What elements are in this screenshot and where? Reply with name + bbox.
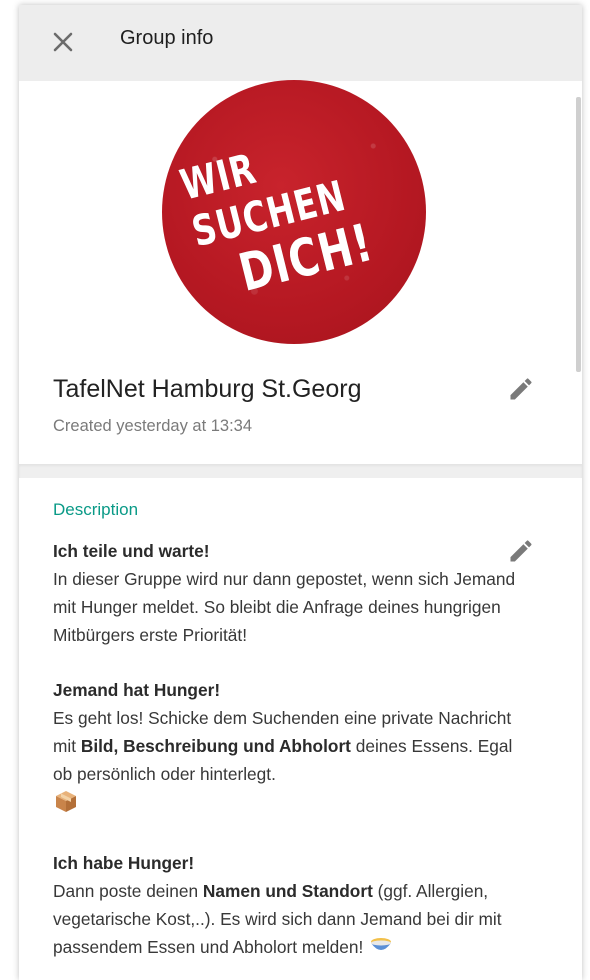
description-section: Ich teile und warte! In dieser Gruppe wi… <box>53 537 523 649</box>
description-section: Ich habe Hunger! Dann poste deinen Namen… <box>53 849 523 963</box>
group-avatar[interactable]: WIR SUCHEN DICH! <box>162 80 426 344</box>
section-bold-text: Namen und Standort <box>202 881 373 901</box>
section-heading: Ich habe Hunger! <box>53 853 195 873</box>
close-button[interactable] <box>49 28 77 56</box>
bowl-icon <box>368 933 394 963</box>
header-title: Group info <box>120 27 214 49</box>
section-bold-text: Bild, Beschreibung und Abholort <box>80 736 351 756</box>
section-text: In dieser Gruppe wird nur dann gepostet,… <box>53 569 516 645</box>
section-text: Dann poste deinen <box>53 881 203 901</box>
section-heading: Ich teile und warte! <box>53 541 210 561</box>
description-section: Jemand hat Hunger! Es geht los! Schicke … <box>53 676 523 822</box>
group-name: TafelNet Hamburg St.Georg <box>53 375 362 403</box>
section-heading: Jemand hat Hunger! <box>53 680 221 700</box>
avatar-text: WIR SUCHEN DICH! <box>162 80 426 344</box>
edit-group-name-button[interactable] <box>507 375 535 403</box>
created-timestamp: Created yesterday at 13:34 <box>53 417 253 435</box>
package-icon <box>53 788 79 822</box>
header-bar: Group info <box>19 5 582 81</box>
close-icon <box>53 32 73 52</box>
description-label: Description <box>53 500 139 519</box>
scrollbar[interactable] <box>576 97 581 372</box>
description-body: Ich teile und warte! In dieser Gruppe wi… <box>53 537 523 980</box>
pencil-icon <box>510 378 532 400</box>
section-divider <box>19 464 582 478</box>
group-info-panel: Group info WIR SUCHEN DICH! TafelNet Ham… <box>19 5 582 980</box>
